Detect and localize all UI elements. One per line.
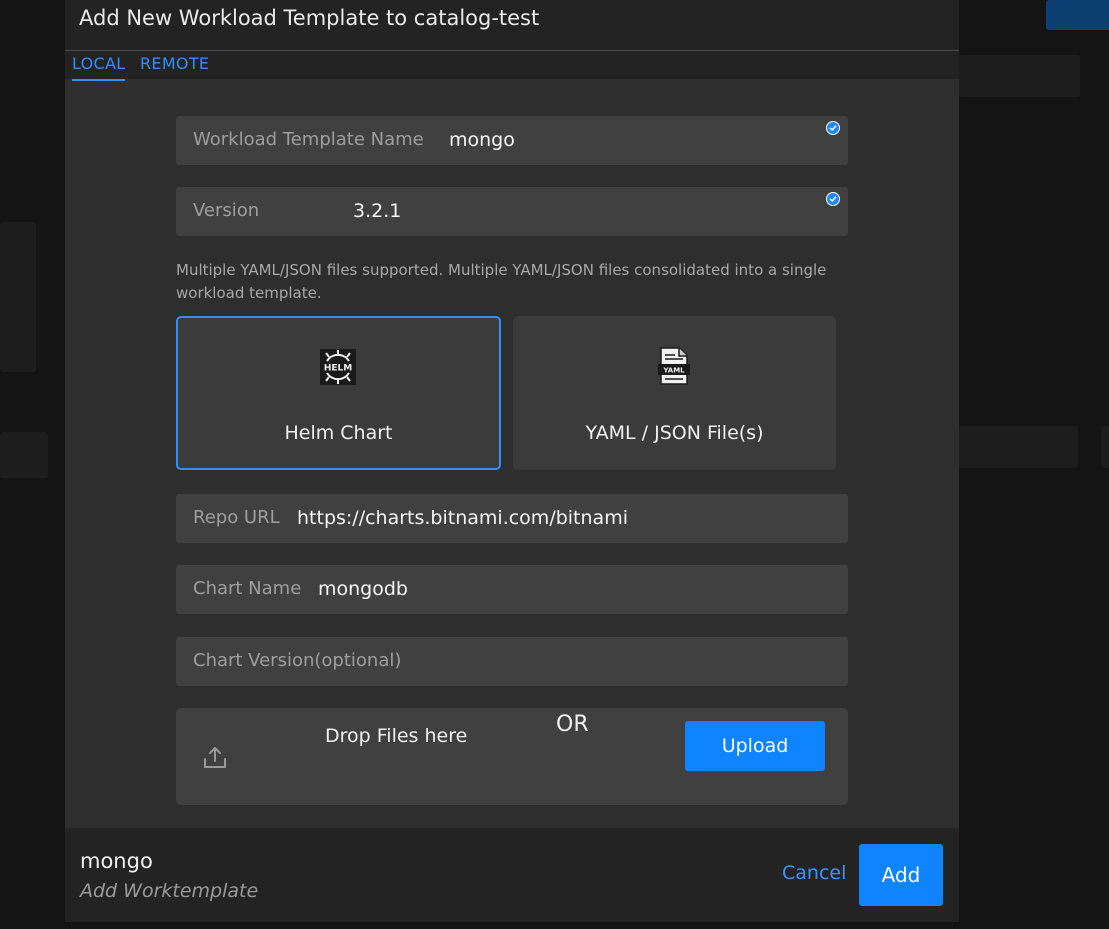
check-circle-icon (826, 121, 840, 135)
cancel-button[interactable]: Cancel (782, 862, 846, 884)
upload-button[interactable]: Upload (685, 721, 825, 771)
drop-files-text: Drop Files here (325, 725, 468, 747)
file-support-hint: Multiple YAML/JSON files supported. Mult… (176, 261, 827, 302)
version-field[interactable]: Version 3.2.1 (176, 187, 848, 236)
background-bar (0, 432, 48, 478)
chart-version-placeholder: Chart Version(optional) (193, 650, 402, 671)
background-bar (1101, 426, 1109, 468)
dialog-title: Add New Workload Template to catalog-tes… (79, 6, 540, 30)
active-tab-indicator (72, 79, 125, 81)
or-separator: OR (556, 712, 589, 737)
upload-icon (204, 747, 226, 768)
repo-url-label: Repo URL (193, 507, 280, 528)
add-workload-template-dialog: Add New Workload Template to catalog-tes… (65, 0, 959, 922)
tabs-bar: LOCAL REMOTE (65, 51, 959, 79)
helm-chart-option[interactable]: HELM Helm Chart (176, 316, 501, 470)
template-name-value[interactable]: mongo (449, 129, 515, 151)
yaml-json-option[interactable]: YAML YAML / JSON File(s) (513, 316, 836, 470)
background-bar (958, 426, 1078, 468)
helm-icon: HELM (320, 349, 356, 385)
dialog-footer: mongo Add Worktemplate Cancel Add (65, 828, 959, 922)
template-name-summary: mongo (80, 849, 153, 873)
add-button[interactable]: Add (859, 844, 943, 906)
chart-name-field[interactable]: Chart Name mongodb (176, 565, 848, 614)
check-circle-icon (826, 192, 840, 206)
version-label: Version (193, 200, 260, 221)
yaml-json-label: YAML / JSON File(s) (585, 422, 764, 444)
chart-version-field[interactable]: Chart Version(optional) (176, 637, 848, 686)
chart-name-value[interactable]: mongodb (318, 578, 408, 600)
tab-remote[interactable]: REMOTE (140, 54, 209, 73)
svg-text:HELM: HELM (324, 364, 352, 374)
background-card (0, 222, 36, 372)
helm-chart-label: Helm Chart (284, 422, 393, 444)
version-value[interactable]: 3.2.1 (353, 200, 401, 222)
template-name-field[interactable]: Workload Template Name mongo (176, 116, 848, 165)
dialog-header: Add New Workload Template to catalog-tes… (65, 0, 959, 51)
chart-name-label: Chart Name (193, 578, 302, 599)
background-button (1046, 0, 1109, 30)
yaml-file-icon: YAML (658, 347, 690, 385)
footer-subtitle: Add Worktemplate (80, 880, 259, 902)
background-bar (958, 55, 1080, 97)
repo-url-value[interactable]: https://charts.bitnami.com/bitnami (297, 507, 628, 529)
file-drop-zone[interactable]: Drop Files here OR Upload (176, 708, 848, 805)
svg-text:YAML: YAML (662, 367, 685, 375)
tab-local[interactable]: LOCAL (72, 54, 125, 73)
repo-url-field[interactable]: Repo URL https://charts.bitnami.com/bitn… (176, 494, 848, 543)
template-name-label: Workload Template Name (193, 129, 424, 150)
